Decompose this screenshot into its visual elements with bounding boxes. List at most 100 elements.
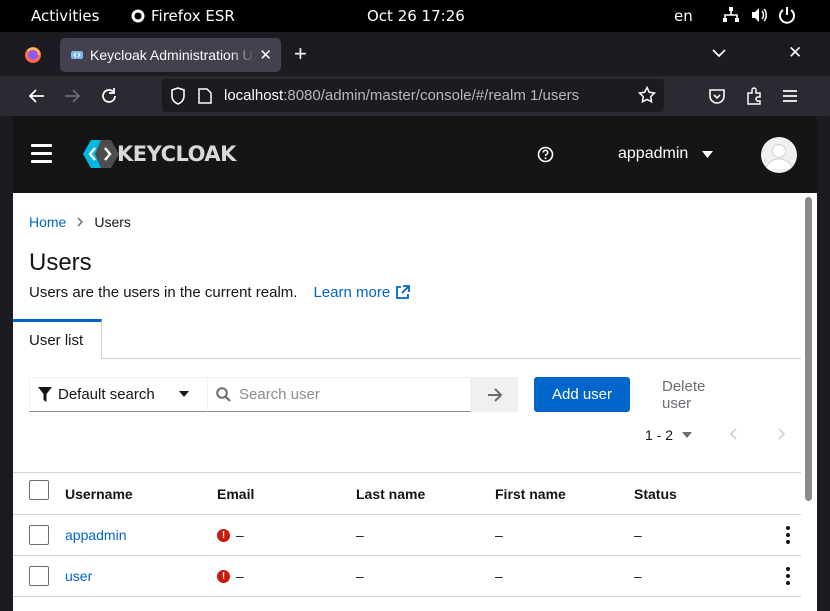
breadcrumb: Home Users (29, 214, 131, 230)
select-all-cell (29, 473, 49, 514)
firefox-icon (131, 9, 145, 23)
column-header-email[interactable]: Email (217, 473, 254, 514)
breadcrumb-current: Users (94, 214, 131, 230)
chevron-down-icon[interactable] (711, 47, 727, 59)
app-menu-icon[interactable] (780, 86, 800, 106)
add-user-button[interactable]: Add user (534, 377, 630, 412)
user-avatar-icon (765, 144, 793, 170)
pagination-next-icon[interactable] (777, 428, 786, 440)
power-icon (779, 7, 795, 24)
search-submit-button[interactable] (471, 377, 518, 412)
help-icon[interactable] (537, 146, 554, 163)
activities-button[interactable]: Activities (31, 7, 99, 25)
exclamation-circle-icon: ! (217, 528, 230, 542)
search-input[interactable] (239, 386, 459, 403)
row-checkbox[interactable] (29, 566, 49, 586)
email-value: – (236, 568, 244, 584)
caret-down-icon (179, 391, 189, 397)
row-actions-kebab-icon[interactable] (786, 556, 790, 596)
keycloak-favicon-icon (71, 51, 83, 59)
page-scrollbar[interactable] (801, 193, 817, 611)
app-menu[interactable]: Firefox ESR (131, 7, 235, 25)
volume-icon (752, 8, 767, 22)
new-tab-button[interactable]: + (294, 43, 307, 65)
browser-tab[interactable]: Keycloak Administration UI ✕ (60, 38, 281, 72)
search-icon (216, 387, 231, 402)
pagination: 1 - 2 (645, 427, 786, 443)
scrollbar-thumb[interactable] (805, 197, 812, 501)
search-type-dropdown[interactable]: Default search (29, 377, 208, 412)
select-all-checkbox[interactable] (29, 479, 49, 500)
first-name-cell: – (495, 568, 503, 584)
email-cell: ! – (217, 556, 244, 596)
status-cell: – (634, 527, 642, 543)
firefox-view-icon[interactable] (22, 44, 44, 66)
username-label: appadmin (618, 145, 689, 162)
table-row: appadmin ! – – – – (13, 515, 801, 556)
description-text: Users are the users in the current realm… (29, 284, 298, 301)
learn-more-link[interactable]: Learn more (313, 284, 411, 301)
table-row: user ! – – – – (13, 556, 801, 597)
search-field[interactable] (207, 377, 471, 412)
avatar[interactable] (761, 137, 797, 173)
tab-user-list[interactable]: User list (13, 319, 102, 359)
status-cell: – (634, 568, 642, 584)
breadcrumb-home-link[interactable]: Home (29, 214, 66, 230)
tracking-shield-icon[interactable] (170, 87, 186, 105)
table-header: Username Email Last name First name Stat… (13, 472, 801, 515)
url-host: localhost (224, 87, 284, 104)
window-close-icon[interactable]: ✕ (788, 43, 802, 63)
column-header-first-name[interactable]: First name (495, 473, 566, 514)
delete-user-button[interactable]: Delete user (662, 377, 705, 412)
tab-bar: User list (13, 319, 801, 359)
page-title: Users (29, 249, 92, 276)
username-link[interactable]: user (65, 556, 92, 596)
pagination-prev-icon[interactable] (729, 428, 738, 440)
browser-tab-strip: Keycloak Administration UI ✕ + ✕ (0, 32, 830, 76)
exclamation-circle-icon: ! (217, 569, 230, 583)
page-info-icon[interactable] (198, 88, 212, 104)
clock[interactable]: Oct 26 17:26 (367, 7, 465, 25)
forward-icon[interactable] (62, 86, 82, 106)
search-type-label: Default search (58, 386, 155, 403)
column-header-username[interactable]: Username (65, 473, 133, 514)
email-value: – (236, 527, 244, 543)
nav-toggle-button[interactable] (31, 144, 52, 164)
arrow-right-icon (487, 387, 502, 402)
network-icon (723, 7, 739, 22)
row-checkbox[interactable] (29, 525, 49, 545)
pagination-range-toggle[interactable]: 1 - 2 (645, 427, 693, 443)
pagination-range: 1 - 2 (645, 427, 674, 443)
keycloak-logo[interactable]: KEYCLOAK (81, 138, 236, 170)
caret-down-icon (682, 432, 693, 438)
column-header-last-name[interactable]: Last name (356, 473, 425, 514)
username-link[interactable]: appadmin (65, 515, 127, 555)
caret-down-icon (702, 150, 714, 158)
logo-text: KEYCLOAK (117, 142, 236, 166)
page-description: Users are the users in the current realm… (29, 284, 411, 301)
url-path: :8080/admin/master/console/#/realm 1/use… (283, 87, 580, 104)
bookmark-star-icon[interactable] (638, 86, 656, 104)
chevron-right-icon (77, 217, 84, 227)
tab-title: Keycloak Administration UI (90, 47, 255, 63)
back-icon[interactable] (27, 86, 47, 106)
user-dropdown[interactable]: appadmin (618, 145, 714, 163)
email-cell: ! – (217, 515, 244, 555)
last-name-cell: – (356, 527, 364, 543)
system-status-area[interactable] (722, 6, 796, 24)
tab-close-icon[interactable]: ✕ (259, 46, 272, 64)
reload-icon[interactable] (99, 86, 119, 106)
users-table: Username Email Last name First name Stat… (13, 472, 801, 597)
column-header-status[interactable]: Status (634, 473, 677, 514)
main-content: Home Users Users Users are the users in … (13, 193, 801, 611)
extensions-icon[interactable] (744, 86, 764, 106)
first-name-cell: – (495, 527, 503, 543)
pocket-icon[interactable] (707, 86, 727, 106)
filter-icon (38, 387, 52, 402)
row-actions-kebab-icon[interactable] (786, 515, 790, 555)
language-indicator[interactable]: en (674, 7, 693, 25)
url-text: localhost:8080/admin/master/console/#/re… (224, 87, 579, 104)
row-select-cell (29, 515, 49, 555)
address-bar[interactable]: localhost:8080/admin/master/console/#/re… (162, 79, 664, 112)
last-name-cell: – (356, 568, 364, 584)
